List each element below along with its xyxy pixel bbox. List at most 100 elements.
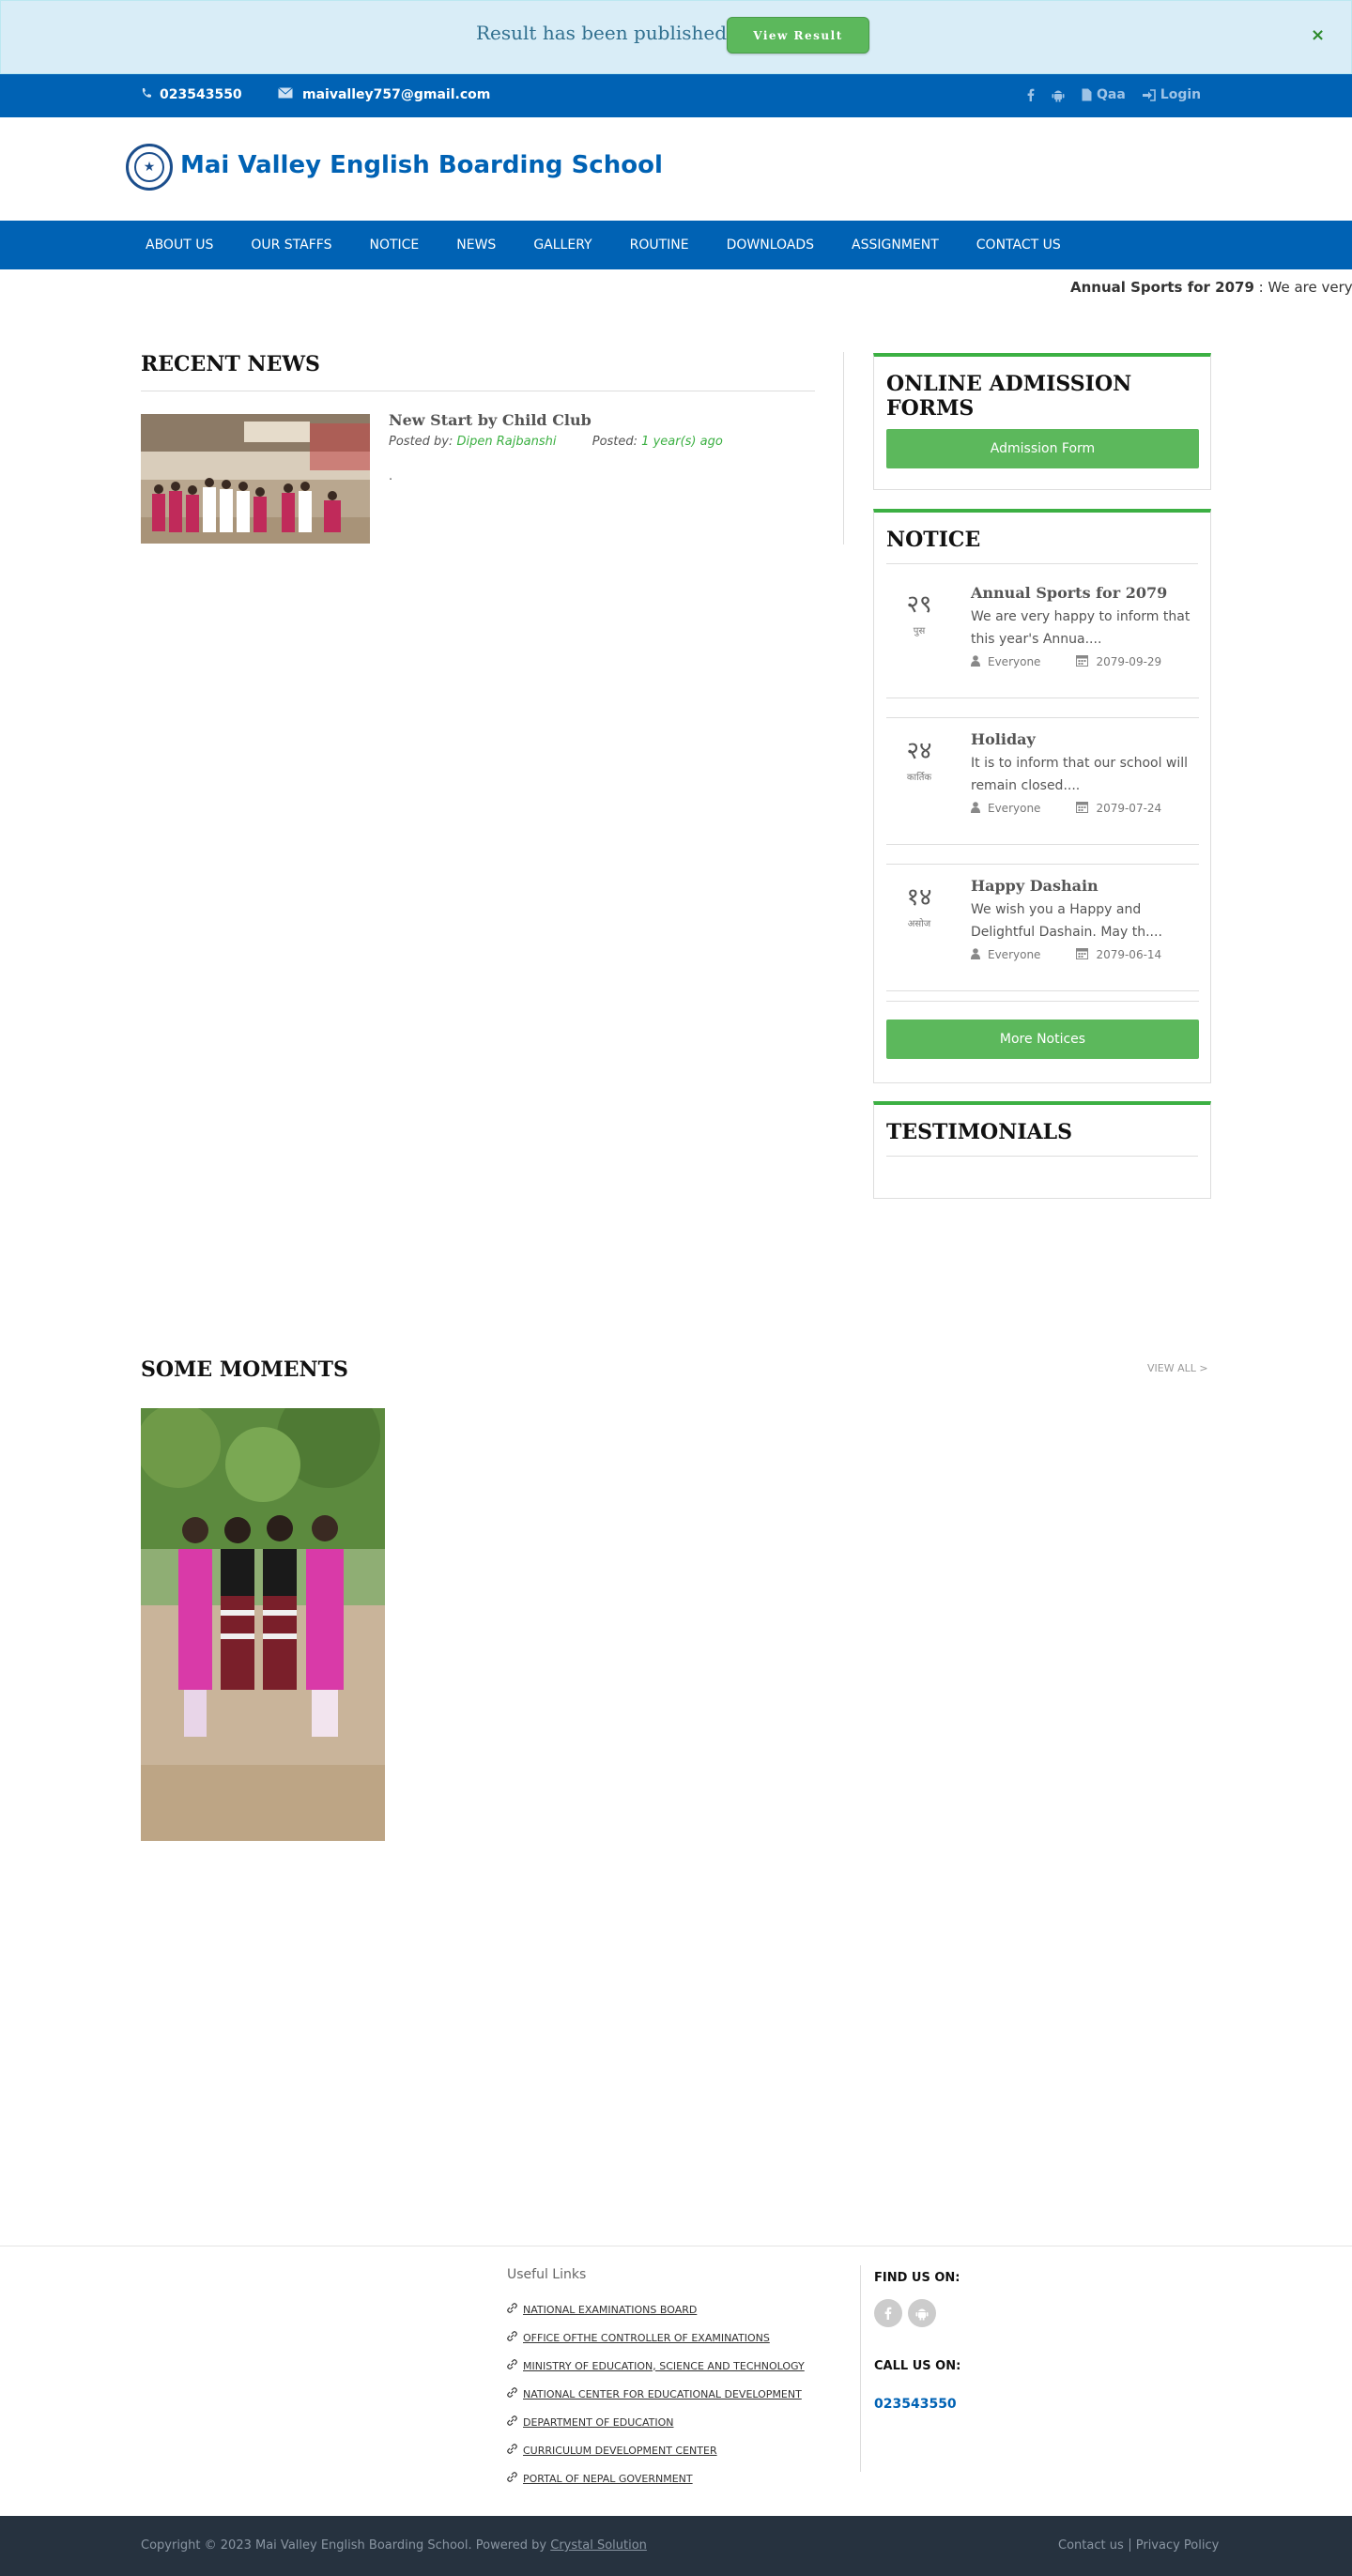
nav-about-us[interactable]: ABOUT US [127,238,232,253]
recent-news-title: RECENT NEWS [141,352,320,376]
admission-title: ONLINE ADMISSION FORMS [886,372,1198,433]
useful-link[interactable]: NATIONAL CENTER FOR EDUCATIONAL DEVELOPM… [507,2380,805,2408]
posted-by-label: Posted by: [389,435,457,449]
notice-day: १४ [906,883,932,912]
nav-notice[interactable]: NOTICE [350,238,438,253]
notice-month: कार्तिक [906,773,932,783]
notice-item-desc: It is to inform that our school will rem… [971,756,1189,793]
link-icon [507,2359,517,2372]
column-divider [843,352,844,544]
facebook-icon[interactable] [1027,88,1035,101]
admission-form-button[interactable]: Admission Form [886,429,1199,468]
notice-item-meta: Everyone 2079-06-14 [971,947,1161,962]
phone-icon [141,87,152,102]
phone-number: 023543550 [160,87,242,102]
notice-date-box: १४ असोज [886,879,952,929]
view-result-button[interactable]: View Result [727,17,869,54]
qaa-link[interactable]: Qaa [1082,87,1126,102]
android-icon[interactable] [908,2299,936,2327]
sign-in-icon [1142,88,1156,101]
user-icon [971,654,980,669]
useful-link[interactable]: CURRICULUM DEVELOPMENT CENTER [507,2436,805,2464]
phone-contact: 023543550 [141,87,242,102]
testimonials-panel: TESTIMONIALS [873,1101,1211,1199]
useful-link[interactable]: DEPARTMENT OF EDUCATION [507,2408,805,2436]
more-notices-button[interactable]: More Notices [886,1020,1199,1059]
useful-link-label: OFFICE OFTHE CONTROLLER OF EXAMINATIONS [523,2331,770,2344]
news-time: 1 year(s) ago [641,435,723,449]
android-icon[interactable] [1052,88,1065,102]
envelope-icon [278,87,293,102]
useful-link-label: NATIONAL CENTER FOR EDUCATIONAL DEVELOPM… [523,2387,802,2400]
login-link[interactable]: Login [1142,87,1201,102]
useful-link[interactable]: MINISTRY OF EDUCATION, SCIENCE AND TECHN… [507,2352,805,2380]
copyright-text: Copyright © 2023 Mai Valley English Boar… [141,2538,647,2553]
call-number[interactable]: 023543550 [874,2397,957,2412]
notice-item[interactable]: २९ पुस Annual Sports for 2079 We are ver… [886,567,1199,698]
main-nav: ABOUT US OUR STAFFS NOTICE NEWS GALLERY … [0,221,1352,269]
link-separator [1129,2538,1130,2552]
school-logo[interactable]: ★ [126,144,173,191]
notice-title: NOTICE [886,528,1198,564]
facebook-icon[interactable] [874,2299,902,2327]
privacy-policy-link[interactable]: Privacy Policy [1136,2538,1220,2553]
link-icon [507,2472,517,2485]
bottom-links: Contact us Privacy Policy [1058,2538,1219,2553]
link-icon [507,2444,517,2457]
notice-month: पुस [913,626,926,636]
nav-routine[interactable]: ROUTINE [611,238,708,253]
useful-link[interactable]: OFFICE OFTHE CONTROLLER OF EXAMINATIONS [507,2323,805,2352]
link-icon [507,2415,517,2429]
nav-gallery[interactable]: GALLERY [515,238,610,253]
site-title[interactable]: Mai Valley English Boarding School [180,151,663,179]
divider [886,1001,1199,1002]
nav-contact-us[interactable]: CONTACT US [958,238,1080,253]
nav-our-staffs[interactable]: OUR STAFFS [232,238,350,253]
nav-assignment[interactable]: ASSIGNMENT [833,238,958,253]
site-footer: Useful Links NATIONAL EXAMINATIONS BOARD… [0,2246,1352,2516]
useful-link[interactable]: NATIONAL EXAMINATIONS BOARD [507,2295,805,2323]
nav-downloads[interactable]: DOWNLOADS [708,238,833,253]
notice-item-title[interactable]: Happy Dashain [971,877,1098,895]
notice-item-desc: We are very happy to inform that this ye… [971,609,1191,647]
notice-day: २४ [906,737,932,765]
notice-date-box: २९ पुस [886,586,952,636]
news-headline[interactable]: New Start by Child Club [389,411,592,429]
notice-ticker[interactable]: Annual Sports for 2079 : We are very hap [1070,279,1352,296]
user-icon [971,801,980,816]
moment-photo[interactable] [141,1408,385,1841]
notice-month: असोज [907,919,931,929]
notice-date: 2079-07-24 [1096,802,1162,815]
ticker-text: : We are very hap [1258,279,1352,296]
news-author[interactable]: Dipen Rajbanshi [457,435,557,449]
notice-item[interactable]: २४ कार्तिक Holiday It is to inform that … [886,713,1199,845]
useful-links-list: NATIONAL EXAMINATIONS BOARD OFFICE OFTHE… [507,2295,805,2492]
notice-day: २९ [906,590,932,619]
useful-link-label: MINISTRY OF EDUCATION, SCIENCE AND TECHN… [523,2359,805,2372]
ticker-title: Annual Sports for 2079 [1070,279,1254,296]
admission-panel: ONLINE ADMISSION FORMS Admission Form [873,353,1211,490]
calendar-icon [1076,947,1089,962]
view-all-link[interactable]: VIEW ALL > [1147,1362,1208,1374]
email-contact[interactable]: maivalley757@gmail.com [278,87,490,102]
nav-news[interactable]: NEWS [438,238,515,253]
contact-us-link[interactable]: Contact us [1058,2538,1124,2553]
copyright-label: Copyright © 2023 Mai Valley English Boar… [141,2538,551,2553]
powered-by-link[interactable]: Crystal Solution [550,2538,647,2553]
calendar-icon [1076,801,1089,816]
useful-link[interactable]: PORTAL OF NEPAL GOVERNMENT [507,2464,805,2492]
useful-link-label: PORTAL OF NEPAL GOVERNMENT [523,2472,693,2485]
notice-audience: Everyone [988,655,1041,668]
news-thumbnail[interactable] [141,414,370,544]
moments-title: SOME MOMENTS [141,1357,348,1382]
notice-item[interactable]: १४ असोज Happy Dashain We wish you a Happ… [886,860,1199,991]
notice-audience: Everyone [988,802,1041,815]
top-contact-bar: 023543550 maivalley757@gmail.com Qaa Log… [0,74,1352,117]
notice-item-title[interactable]: Holiday [971,730,1036,748]
notice-item-title[interactable]: Annual Sports for 2079 [971,584,1167,602]
user-icon [971,947,980,962]
useful-link-label: DEPARTMENT OF EDUCATION [523,2415,674,2429]
qaa-label: Qaa [1097,87,1126,102]
document-icon [1082,88,1092,101]
close-icon[interactable]: × [1311,25,1325,45]
